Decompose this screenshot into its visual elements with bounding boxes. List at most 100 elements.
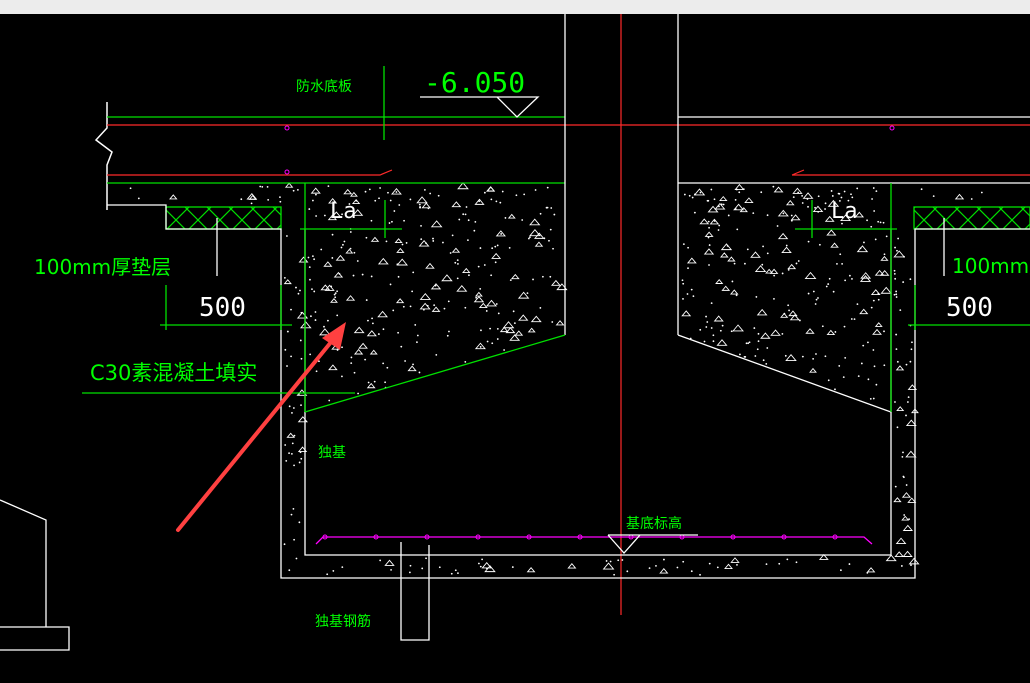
concrete-dot: [692, 295, 695, 298]
concrete-dot: [784, 354, 787, 357]
rebar-leader: [400, 542, 430, 641]
concrete-aggregate: [551, 279, 561, 286]
concrete-aggregate: [366, 382, 376, 389]
concrete-aggregate: [478, 302, 488, 309]
concrete-dot: [905, 363, 908, 366]
concrete-dot: [690, 570, 693, 573]
concrete-dot: [866, 219, 868, 222]
concrete-dot: [553, 213, 556, 216]
concrete-dot: [315, 193, 317, 196]
concrete-dot: [382, 362, 385, 365]
concrete-dot: [291, 442, 294, 445]
concrete-dot: [727, 214, 730, 217]
concrete-dot: [786, 558, 789, 561]
concrete-dot: [314, 311, 317, 313]
concrete-aggregate: [169, 194, 178, 200]
break-line: [94, 102, 113, 210]
concrete-dot: [903, 514, 906, 516]
slope-right: [677, 334, 892, 413]
concrete-aggregate: [407, 365, 417, 372]
concrete-dot: [411, 290, 414, 293]
concrete-aggregate: [491, 252, 502, 259]
concrete-dot: [765, 362, 768, 365]
concrete-dot: [299, 339, 302, 342]
concrete-aggregate: [716, 339, 728, 346]
concrete-aggregate: [785, 354, 797, 361]
concrete-dot: [364, 358, 367, 361]
concrete-dot: [283, 543, 286, 546]
concrete-dot: [474, 221, 477, 223]
concrete-dot: [341, 566, 344, 569]
concrete-dot: [902, 451, 904, 454]
concrete-aggregate: [788, 310, 798, 317]
concrete-dot: [827, 379, 830, 382]
concrete-dot: [920, 188, 923, 191]
cushion-hatch-left: [165, 206, 282, 230]
concrete-aggregate: [418, 240, 430, 247]
concrete-dot: [387, 191, 389, 194]
concrete-aggregate: [529, 218, 541, 226]
concrete-aggregate: [299, 321, 312, 329]
concrete-dot: [367, 319, 369, 322]
concrete-dot: [435, 353, 438, 356]
concrete-dot: [384, 381, 387, 384]
concrete-dot: [872, 187, 875, 189]
concrete-dot: [713, 220, 716, 222]
concrete-dot: [259, 185, 262, 188]
concrete-aggregate: [681, 310, 692, 317]
concrete-dot: [323, 214, 326, 217]
cad-canvas[interactable]: -6.050 防水底板 La La 100mm厚垫层 100mm厚垫 500: [0, 0, 1030, 683]
concrete-aggregate: [430, 220, 443, 228]
concrete-aggregate: [659, 568, 669, 574]
concrete-aggregate: [756, 308, 768, 316]
concrete-dot: [617, 559, 620, 562]
concrete-dot: [512, 310, 515, 313]
concrete-dot: [240, 198, 243, 201]
concrete-dot: [907, 396, 910, 399]
concrete-dot: [733, 262, 736, 265]
concrete-aggregate: [431, 306, 441, 312]
concrete-dot: [296, 188, 299, 191]
concrete-dot: [717, 229, 720, 231]
concrete-aggregate: [333, 271, 344, 278]
concrete-aggregate: [902, 550, 913, 557]
concrete-dot: [552, 247, 554, 250]
concrete-aggregate: [719, 195, 728, 202]
concrete-dot: [762, 245, 764, 248]
concrete-dot: [844, 356, 847, 359]
concrete-dot: [412, 271, 415, 274]
footing-rebar-label: 独基钢筋: [315, 613, 371, 630]
concrete-dot: [790, 219, 793, 222]
concrete-aggregate: [885, 554, 897, 562]
cad-drawing[interactable]: -6.050 防水底板 La La 100mm厚垫层 100mm厚垫 500: [0, 0, 1030, 683]
concrete-dot: [848, 274, 851, 277]
concrete-dot: [894, 401, 896, 403]
concrete-aggregate: [474, 342, 486, 350]
concrete-dot: [532, 278, 534, 281]
concrete-dot: [418, 371, 421, 374]
concrete-dot: [454, 569, 457, 572]
concrete-dot: [896, 249, 898, 252]
concrete-dot: [371, 322, 374, 325]
concrete-aggregate: [693, 188, 706, 196]
concrete-dot: [342, 243, 344, 246]
concrete-dot: [534, 189, 537, 191]
concrete-dot: [736, 563, 738, 566]
concrete-aggregate: [384, 559, 395, 566]
concrete-dot: [353, 371, 356, 374]
concrete-dot: [857, 375, 860, 378]
concrete-dot: [755, 296, 758, 298]
concrete-aggregate: [335, 254, 346, 261]
concrete-dot: [842, 376, 845, 379]
concrete-dot: [824, 202, 827, 205]
concrete-dot: [716, 566, 719, 569]
concrete-dot: [511, 566, 514, 568]
concrete-dot: [707, 236, 710, 239]
concrete-dot: [288, 405, 291, 408]
concrete-dot: [682, 282, 685, 285]
concrete-aggregate: [724, 563, 733, 569]
concrete-aggregate: [713, 315, 724, 322]
concrete-dot: [681, 279, 684, 282]
concrete-dot: [388, 222, 391, 224]
concrete-aggregate: [485, 299, 498, 307]
